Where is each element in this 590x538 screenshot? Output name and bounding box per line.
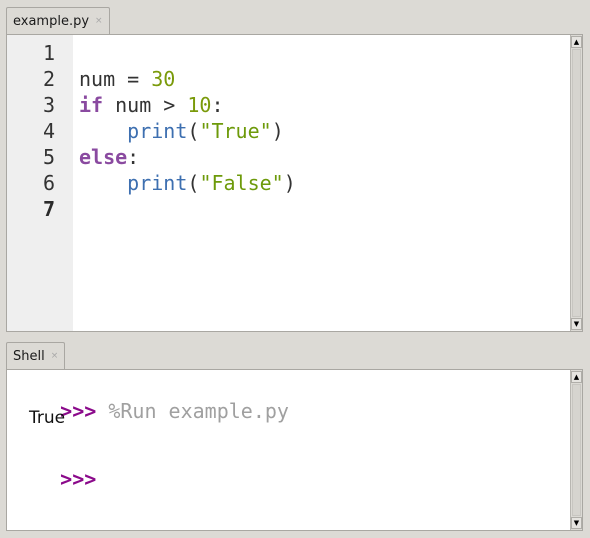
code-line[interactable]: num = 30 (79, 66, 175, 92)
code-token-str: "True" (199, 119, 272, 143)
shell-input-line[interactable]: >>> (12, 440, 96, 491)
close-icon[interactable]: × (95, 16, 103, 26)
line-number: 1 (42, 41, 55, 65)
code-token-num: 10 (187, 93, 212, 117)
code-token-kw: if (79, 93, 104, 117)
code-token-kw: else (79, 145, 128, 169)
code-token-fn: print (127, 171, 188, 195)
line-number: 4 (42, 119, 55, 143)
code-token-str: "False" (199, 171, 284, 195)
code-token-plain: ) (283, 171, 296, 195)
editor-scrollbar[interactable]: ▲ ▼ (570, 35, 582, 331)
close-icon[interactable]: × (51, 351, 59, 361)
line-number: 6 (42, 171, 55, 195)
code-token-plain: : (211, 93, 224, 117)
scroll-down-icon[interactable]: ▼ (571, 517, 582, 529)
editor-tab[interactable]: example.py × (6, 7, 110, 34)
scroll-up-icon[interactable]: ▲ (571, 371, 582, 383)
code-token-plain: ) (271, 119, 284, 143)
code-token-plain: num = (79, 67, 152, 91)
scroll-thumb[interactable] (572, 49, 581, 317)
line-number: 2 (42, 67, 55, 91)
editor-tab-label: example.py (13, 13, 90, 29)
code-token-fn: print (127, 119, 188, 143)
scroll-up-icon[interactable]: ▲ (571, 36, 582, 48)
shell-command-line: >>> %Run example.py (12, 372, 289, 423)
code-token-num: 30 (151, 67, 176, 91)
line-number: 3 (42, 93, 55, 117)
shell-command: %Run example.py (108, 399, 289, 423)
code-token-plain: ( (187, 171, 200, 195)
scroll-down-icon[interactable]: ▼ (571, 318, 582, 330)
code-line[interactable]: else: (79, 144, 139, 170)
line-number: 7 (42, 197, 55, 221)
shell-output: True (29, 408, 66, 428)
line-number: 5 (42, 145, 55, 169)
code-line[interactable]: print("False") (79, 170, 296, 196)
code-editor[interactable]: 1234567 num = 30 if num > 10: print("True… (6, 34, 583, 332)
code-line[interactable]: print("True") (79, 118, 284, 144)
code-token-plain: ( (187, 119, 200, 143)
shell-console[interactable]: >>> %Run example.py True >>> ▲ ▼ (6, 369, 583, 531)
shell-prompt: >>> (60, 467, 97, 491)
shell-scrollbar[interactable]: ▲ ▼ (570, 370, 582, 530)
code-token-plain: num > (103, 93, 188, 117)
code-line[interactable]: if num > 10: (79, 92, 224, 118)
line-number-gutter: 1234567 (7, 35, 73, 331)
shell-prompt: >>> (60, 399, 97, 423)
shell-tab[interactable]: Shell × (6, 342, 65, 369)
shell-tab-label: Shell (13, 348, 45, 364)
code-token-plain: : (127, 145, 140, 169)
scroll-thumb[interactable] (572, 384, 581, 516)
